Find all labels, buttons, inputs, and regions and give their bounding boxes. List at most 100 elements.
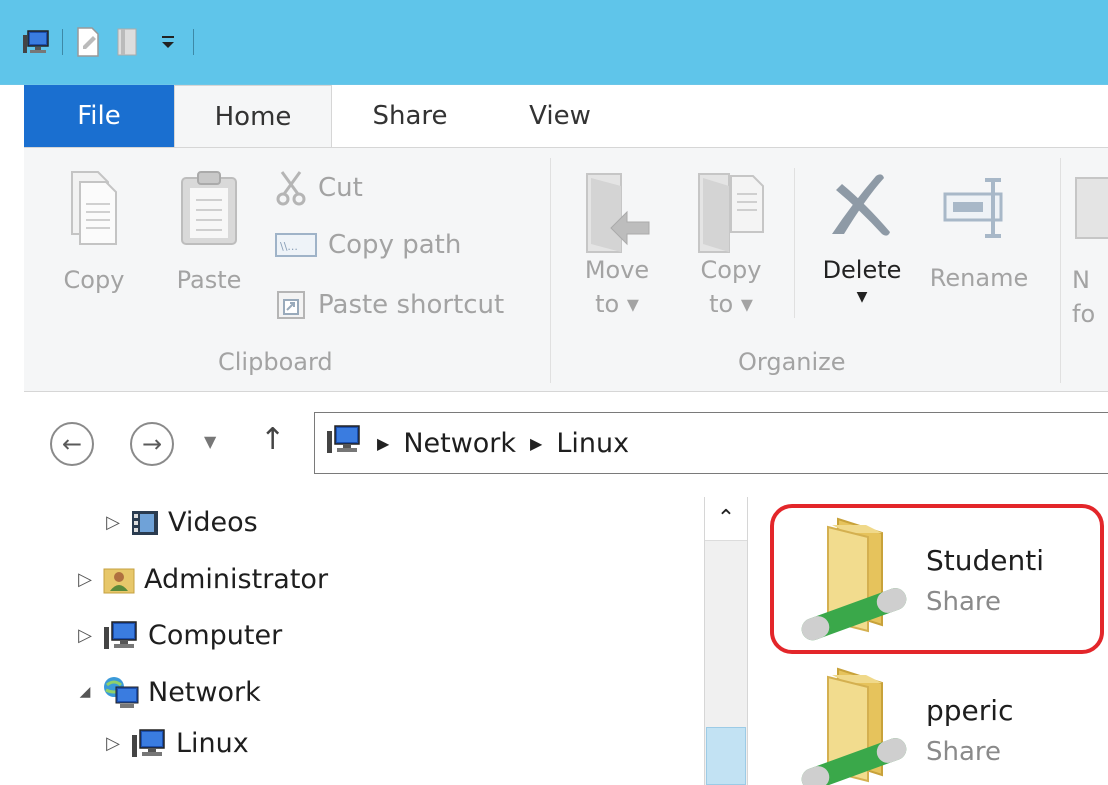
- forward-button[interactable]: →: [130, 422, 174, 466]
- tree-item-administrator[interactable]: ▷ Administrator: [76, 563, 328, 595]
- copy-to-label: Copy to ▾: [686, 253, 776, 321]
- cut-label: Cut: [318, 173, 363, 203]
- toolbar-separator: [193, 29, 194, 55]
- up-arrow-icon[interactable]: ↑: [260, 422, 285, 457]
- tab-home[interactable]: Home: [174, 85, 332, 148]
- move-to-label: Move to ▾: [572, 253, 662, 321]
- copy-to-label-line2: to ▾: [709, 290, 753, 318]
- group-separator: [1060, 158, 1061, 383]
- expand-icon[interactable]: ▷: [104, 512, 122, 533]
- rename-icon: [943, 178, 1003, 238]
- computer-icon: [132, 729, 165, 757]
- move-to-label-line2: to ▾: [595, 290, 639, 318]
- new-folder-label-line2: fo: [1072, 300, 1096, 328]
- paste-label: Paste: [176, 266, 242, 294]
- back-arrow-icon: ←: [61, 430, 83, 458]
- shared-folder-icon: [801, 667, 907, 785]
- user-folder-icon: [103, 568, 135, 594]
- copy-icon: [71, 171, 117, 245]
- expand-icon[interactable]: ▷: [76, 569, 94, 590]
- breadcrumb-separator-icon[interactable]: ▶: [530, 434, 542, 453]
- computer-icon: [104, 621, 137, 649]
- folder-type: Share: [926, 736, 1002, 767]
- breadcrumb-network[interactable]: Network: [403, 428, 516, 459]
- rename-button[interactable]: Rename: [924, 168, 1034, 295]
- tab-file[interactable]: File: [24, 85, 174, 147]
- paste-shortcut-icon: [277, 291, 305, 319]
- scissors-icon: [276, 171, 306, 206]
- navigation-pane: ▷ Videos ▷ Administrator ▷ Computer ◢ Ne…: [24, 497, 704, 785]
- rename-label: Rename: [929, 264, 1029, 292]
- copy-to-icon: [698, 173, 764, 253]
- copy-path-button[interactable]: \\... Copy path: [274, 230, 461, 260]
- copy-label: Copy: [63, 266, 125, 294]
- breadcrumb-linux[interactable]: Linux: [556, 428, 629, 459]
- recent-locations-dropdown-icon[interactable]: ▼: [204, 432, 216, 451]
- title-bar: [0, 0, 1108, 85]
- tree-item-label: Linux: [176, 727, 249, 759]
- tree-item-label: Computer: [148, 619, 283, 651]
- delete-dropdown-arrow[interactable]: ▼: [812, 287, 912, 307]
- move-to-icon: [586, 173, 650, 253]
- copy-path-label: Copy path: [328, 230, 462, 260]
- paste-icon: [181, 171, 237, 245]
- delete-button[interactable]: Delete ▼: [812, 168, 912, 307]
- ribbon: Copy Paste Cut \\... Copy path Paste sho…: [24, 147, 1108, 392]
- delete-label: Delete: [822, 256, 902, 284]
- paste-button[interactable]: Paste: [164, 168, 254, 297]
- tree-item-linux[interactable]: ▷ Linux: [104, 727, 249, 759]
- svg-text:\\...: \\...: [280, 240, 298, 253]
- expand-icon[interactable]: ▷: [104, 733, 122, 754]
- scroll-up-button[interactable]: ⌃: [705, 497, 747, 541]
- paste-shortcut-label: Paste shortcut: [318, 290, 505, 320]
- tree-item-computer[interactable]: ▷ Computer: [76, 619, 282, 651]
- network-icon: [104, 677, 139, 708]
- quick-access-toolbar: [22, 20, 194, 64]
- customize-dropdown-icon[interactable]: [153, 25, 183, 59]
- group-separator: [550, 158, 551, 383]
- tab-share[interactable]: Share: [340, 85, 480, 147]
- vertical-scrollbar[interactable]: ⌃: [704, 497, 748, 785]
- new-folder-icon[interactable]: [113, 25, 143, 59]
- new-folder-label-line1: N: [1072, 266, 1090, 294]
- group-separator: [794, 168, 795, 318]
- new-folder-icon: [1075, 177, 1108, 239]
- tree-item-network[interactable]: ◢ Network: [76, 675, 261, 709]
- cut-button[interactable]: Cut: [274, 170, 363, 206]
- chevron-up-icon: ⌃: [716, 506, 736, 531]
- back-button[interactable]: ←: [50, 422, 94, 466]
- navigation-bar: ← → ▼ ↑ ▶ Network ▶ Linux: [24, 392, 1108, 497]
- tree-item-label: Network: [148, 676, 261, 708]
- organize-group-label: Organize: [738, 348, 846, 376]
- address-bar[interactable]: ▶ Network ▶ Linux: [314, 412, 1108, 474]
- copy-button[interactable]: Copy: [54, 168, 134, 297]
- videos-icon: [132, 510, 158, 535]
- scroll-thumb[interactable]: [706, 727, 746, 785]
- paste-shortcut-button[interactable]: Paste shortcut: [274, 288, 504, 322]
- forward-arrow-icon: →: [141, 430, 163, 458]
- tab-view[interactable]: View: [500, 85, 620, 147]
- delete-icon: [832, 174, 890, 236]
- toolbar-separator: [62, 29, 63, 55]
- copy-to-label-line1: Copy: [700, 256, 762, 284]
- folder-name: pperic: [926, 693, 1014, 727]
- clipboard-group-label: Clipboard: [218, 348, 333, 376]
- new-folder-button[interactable]: N fo: [1072, 168, 1108, 331]
- copy-to-button[interactable]: Copy to ▾: [686, 168, 776, 321]
- list-item-pperic[interactable]: pperic Share: [768, 665, 1013, 785]
- expand-icon[interactable]: ▷: [76, 625, 94, 646]
- properties-icon[interactable]: [73, 25, 103, 59]
- tree-item-label: Administrator: [144, 563, 329, 595]
- move-to-label-line1: Move: [584, 256, 650, 284]
- collapse-icon[interactable]: ◢: [76, 684, 94, 700]
- computer-icon[interactable]: [22, 25, 52, 59]
- copy-path-icon: \\...: [275, 233, 317, 257]
- folder-text: pperic Share: [926, 694, 1013, 767]
- computer-icon: [325, 423, 363, 464]
- ribbon-tabs: File Home Share View: [0, 85, 1108, 148]
- tree-item-videos[interactable]: ▷ Videos: [104, 507, 258, 538]
- move-to-button[interactable]: Move to ▾: [572, 168, 662, 321]
- tree-item-label: Videos: [168, 507, 258, 538]
- highlight-annotation: [770, 504, 1104, 654]
- breadcrumb-separator-icon[interactable]: ▶: [377, 434, 389, 453]
